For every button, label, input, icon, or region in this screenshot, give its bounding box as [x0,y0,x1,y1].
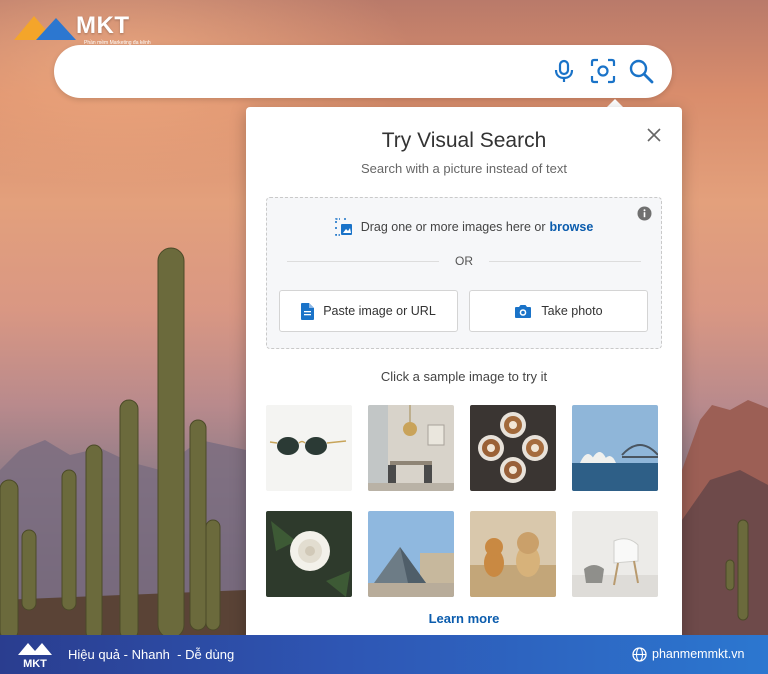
divider-line [489,260,641,262]
sample-image-louvre-pyramid[interactable] [368,511,454,597]
footer-slogan: Hiệu quả - Nhanh - Dễ dùng [68,647,235,662]
sample-image-dining-room[interactable] [368,405,454,491]
drag-instructions: Drag one or more images here or browse [267,218,661,236]
sample-image-dogs[interactable] [470,511,556,597]
sample-image-coffee-cups[interactable] [470,405,556,491]
photo-label: Take photo [541,304,603,318]
take-photo-button[interactable]: Take photo [469,290,648,332]
panel-subtitle: Search with a picture instead of text [361,161,567,176]
close-icon[interactable] [644,125,664,145]
visual-search-panel: Try Visual Search Search with a picture … [246,107,682,647]
divider-line [287,260,439,262]
search-bar [54,45,672,98]
mkt-logo-icon: MKT [18,643,52,670]
learn-more-link[interactable]: Learn more [246,611,682,626]
drag-image-icon [334,218,352,236]
microphone-button[interactable] [549,56,579,86]
image-drop-zone[interactable]: Drag one or more images here or browse O… [266,197,662,349]
camera-icon [515,304,532,318]
footer-banner: MKT Hiệu quả - Nhanh - Dễ dùng phanmemmk… [0,635,768,674]
sample-image-sunglasses[interactable] [266,405,352,491]
visual-search-icon [590,58,616,84]
paste-label: Paste image or URL [323,304,436,318]
sample-prompt: Click a sample image to try it [380,369,548,384]
visual-search-button[interactable] [588,56,618,86]
browse-link[interactable]: browse [550,220,594,234]
brand-logo: MKT Phần mềm Marketing đa kênh [12,10,151,46]
search-input[interactable] [78,57,542,87]
sample-image-sydney-opera-house[interactable] [572,405,658,491]
sample-image-white-rose[interactable] [266,511,352,597]
panel-title: Try Visual Search [381,129,547,152]
search-icon [629,59,654,84]
logo-text: MKT [76,12,130,39]
microphone-icon [554,59,574,82]
sample-image-white-chair[interactable] [572,511,658,597]
paste-image-button[interactable]: Paste image or URL [279,290,458,332]
website-link[interactable]: phanmemmkt.vn [652,647,744,661]
globe-icon [632,647,647,662]
drag-text: Drag one or more images here or [360,220,546,234]
document-icon [301,302,315,320]
search-button[interactable] [626,56,656,86]
or-divider: OR [287,254,641,268]
mountain-logo-icon [14,16,76,40]
or-text: OR [455,254,473,268]
footer-logo-text: MKT [23,658,47,670]
